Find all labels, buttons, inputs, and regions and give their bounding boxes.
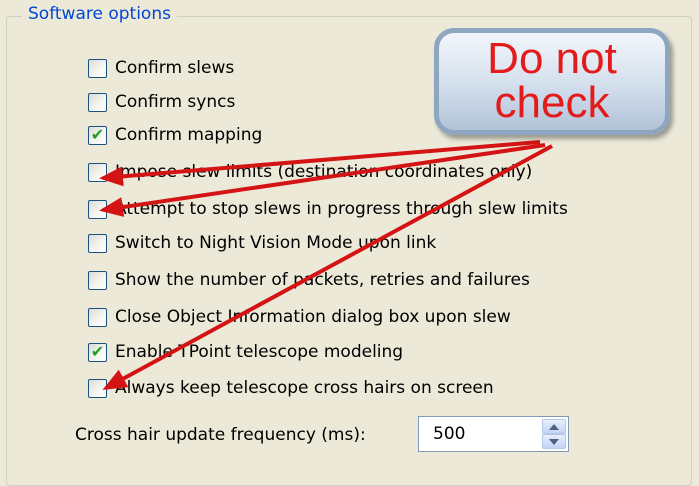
do-not-check-callout: Do not check <box>434 28 670 135</box>
arrow-to-keep-cross-hairs <box>102 144 553 390</box>
callout-line-1: Do not <box>487 34 617 83</box>
arrow-to-stop-slews <box>99 143 546 217</box>
callout-line-2: check <box>494 78 610 127</box>
arrow-to-impose-slew-limits <box>99 140 541 187</box>
